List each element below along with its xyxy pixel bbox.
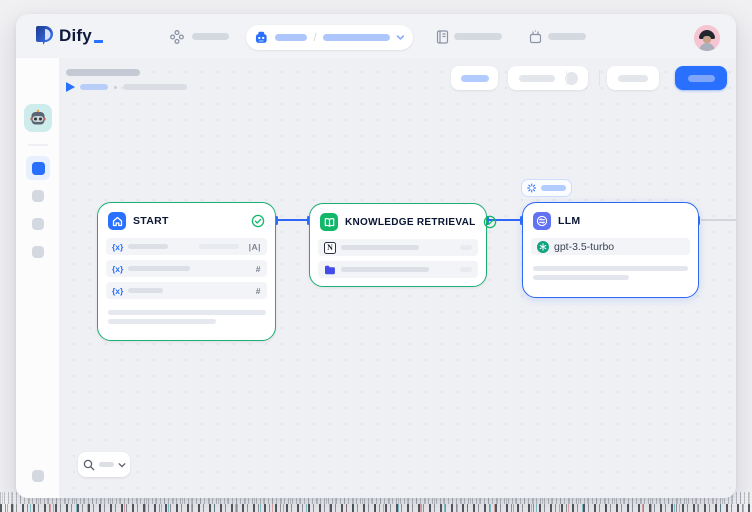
sidebar-item[interactable]	[32, 190, 44, 202]
features-button[interactable]	[451, 66, 498, 90]
variable-row: {x} #	[106, 260, 267, 277]
search-icon	[83, 459, 95, 471]
chevron-down-icon[interactable]	[396, 33, 405, 42]
model-row[interactable]: gpt-3.5-turbo	[531, 238, 690, 255]
node-title: LLM	[558, 215, 580, 227]
dataset-row	[318, 261, 478, 278]
sidebar-app-avatar[interactable]	[24, 104, 52, 132]
variable-name-skeleton	[128, 288, 163, 293]
segment-divider	[566, 70, 567, 86]
dataset-name-skeleton	[341, 267, 429, 272]
node-knowledge-retrieval[interactable]: KNOWLEDGE RETRIEVAL N	[309, 203, 487, 287]
dataset-row: N	[318, 239, 478, 256]
node-start[interactable]: START {x} |A| {x} #	[97, 202, 276, 341]
user-avatar[interactable]	[694, 25, 720, 51]
node-header: KNOWLEDGE RETRIEVAL	[310, 204, 486, 239]
node-header: LLM	[523, 203, 698, 238]
breadcrumb-item-skeleton	[275, 34, 308, 41]
wallpaper-noise-text	[0, 504, 752, 512]
sidebar-divider	[28, 144, 48, 146]
breadcrumb-item-skeleton	[323, 34, 391, 41]
notion-icon: N	[324, 242, 336, 254]
workflow-title-skeleton	[66, 69, 140, 76]
avatar-person-icon	[694, 25, 720, 51]
workflow-canvas[interactable]: START {x} |A| {x} #	[60, 58, 736, 498]
sidebar-item-settings[interactable]	[32, 470, 44, 482]
dify-app-window: Dify /	[16, 14, 736, 498]
play-icon[interactable]	[66, 82, 75, 92]
variable-icon: {x}	[112, 264, 123, 274]
folder-icon	[324, 264, 336, 276]
workflow-icon	[32, 162, 45, 175]
nav-label-skeleton	[548, 33, 586, 40]
node-description-skeleton	[533, 266, 688, 280]
node-header: START	[98, 203, 275, 238]
node-title: KNOWLEDGE RETRIEVAL	[345, 217, 476, 228]
run-meta-skeleton	[123, 84, 187, 90]
run-label-skeleton	[80, 84, 108, 90]
preview-button[interactable]	[607, 66, 659, 90]
app-breadcrumb[interactable]: /	[246, 25, 413, 50]
chevron-down-icon[interactable]	[118, 461, 126, 469]
edge-start-to-knowledge	[276, 219, 309, 221]
book-icon	[320, 213, 338, 231]
run-history-segmented-button[interactable]	[508, 66, 588, 90]
type-number-icon: #	[256, 286, 261, 296]
sidebar-item-workflow-active[interactable]	[26, 156, 50, 180]
type-number-icon: #	[256, 264, 261, 274]
brand-cursor	[94, 40, 103, 44]
llm-running-badge	[521, 179, 572, 197]
segment-label-skeleton	[519, 75, 555, 82]
edge-llm-outgoing	[701, 219, 736, 221]
home-icon	[108, 212, 126, 230]
sidebar-item[interactable]	[32, 246, 44, 258]
docs-icon[interactable]	[436, 30, 449, 44]
apps-icon[interactable]	[170, 30, 184, 44]
brand-name: Dify	[59, 26, 92, 45]
dify-logo-icon	[36, 26, 53, 45]
variable-value-skeleton	[199, 244, 239, 249]
node-llm[interactable]: LLM gpt-3.5-turbo	[522, 202, 699, 298]
left-sidebar	[16, 58, 60, 498]
dataset-meta-skeleton	[460, 245, 472, 250]
plugins-icon[interactable]	[529, 30, 542, 44]
dot-separator	[114, 86, 117, 89]
dataset-name-skeleton	[341, 245, 419, 250]
type-string-icon: |A|	[249, 242, 261, 252]
robot-icon	[254, 30, 269, 45]
node-title: START	[133, 215, 169, 227]
running-label-skeleton	[541, 185, 566, 191]
robot-avatar-icon	[28, 108, 48, 128]
screenshot-root: Dify /	[0, 0, 752, 512]
node-description-skeleton	[108, 310, 265, 324]
nav-label-skeleton	[454, 33, 502, 40]
preview-label-skeleton	[618, 75, 648, 82]
success-check-icon	[483, 215, 497, 229]
zoom-level-skeleton	[99, 462, 114, 467]
publish-button[interactable]	[675, 66, 727, 90]
variable-row: {x} #	[106, 282, 267, 299]
dataset-meta-skeleton	[460, 267, 472, 272]
variable-name-skeleton	[128, 244, 168, 249]
llm-icon	[533, 212, 551, 230]
spinner-icon	[527, 183, 536, 193]
variable-name-skeleton	[128, 266, 190, 271]
sidebar-item[interactable]	[32, 218, 44, 230]
openai-icon	[537, 241, 549, 253]
nav-label-skeleton	[192, 33, 229, 40]
features-label-skeleton	[461, 75, 489, 82]
toolbar-divider	[599, 70, 600, 86]
last-run-status	[66, 81, 187, 93]
success-check-icon	[251, 214, 265, 228]
publish-label-skeleton	[688, 75, 715, 82]
dify-logo[interactable]: Dify	[36, 26, 103, 45]
top-navbar: Dify /	[16, 14, 736, 58]
model-name: gpt-3.5-turbo	[554, 241, 614, 253]
variable-icon: {x}	[112, 242, 123, 252]
variable-row: {x} |A|	[106, 238, 267, 255]
zoom-control[interactable]	[78, 452, 130, 477]
breadcrumb-separator: /	[313, 32, 316, 44]
variable-icon: {x}	[112, 286, 123, 296]
